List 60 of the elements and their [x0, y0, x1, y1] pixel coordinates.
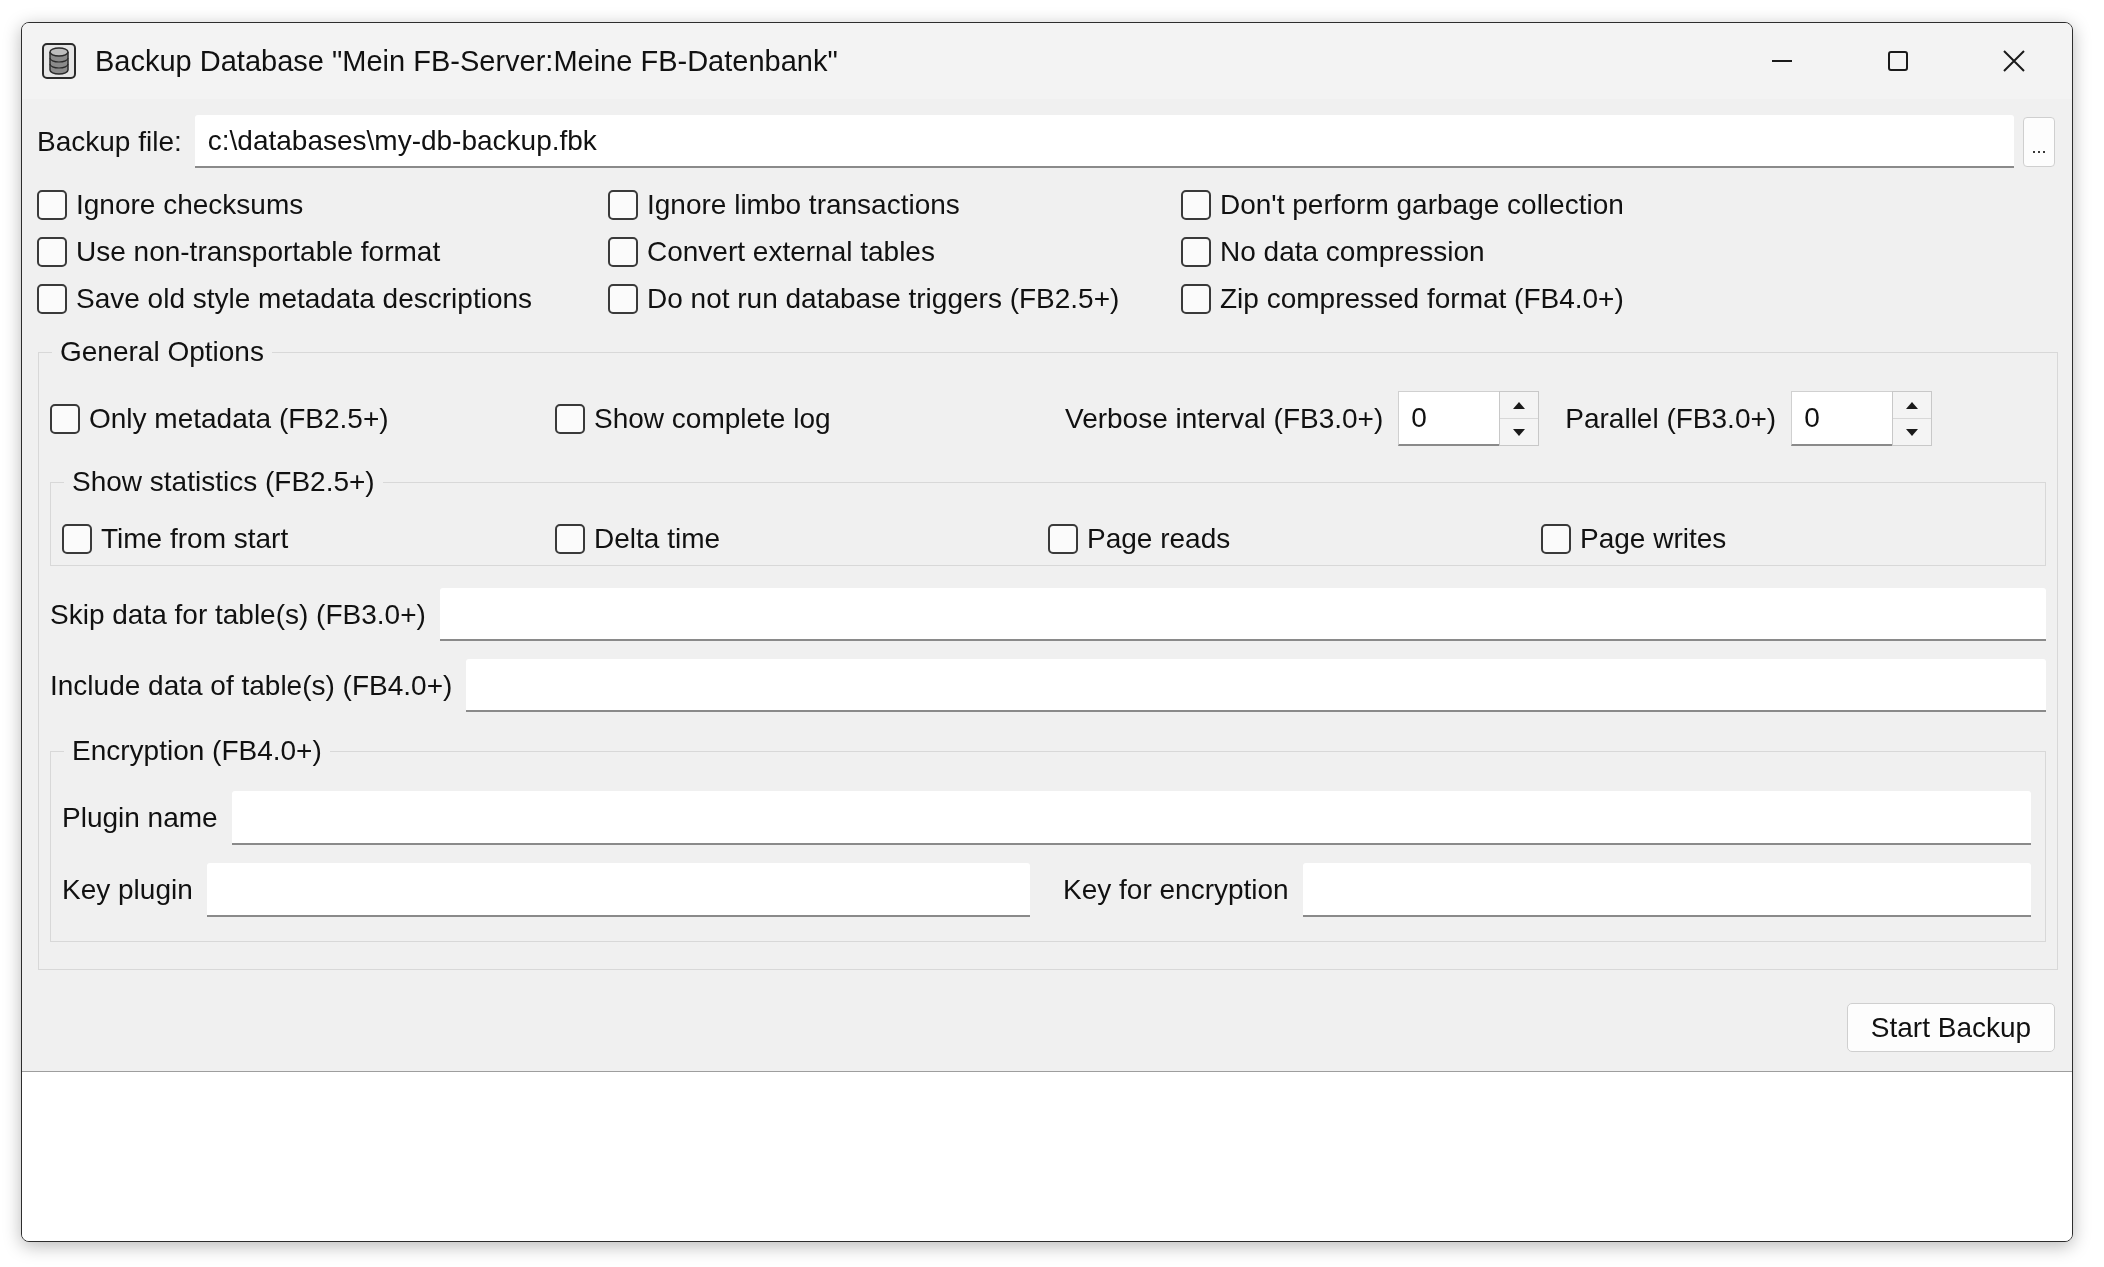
checkbox[interactable] [37, 189, 67, 220]
number-field[interactable]: 0 [1398, 391, 1500, 446]
database-icon [42, 43, 76, 79]
checkbox[interactable] [1181, 283, 1211, 314]
checkbox-label: Page reads [1087, 523, 1231, 555]
number-field[interactable]: 0 [1791, 391, 1893, 446]
group-title: Encryption (FB4.0+) [71, 736, 323, 766]
text-field[interactable] [466, 659, 2046, 712]
checkbox-label: Only metadata (FB2.5+) [89, 402, 389, 435]
field-label: Key for encryption [1063, 874, 1289, 906]
field-label: Key plugin [62, 874, 193, 906]
checkbox[interactable] [608, 236, 638, 267]
backup-file-field[interactable]: c:\databases\my-db-backup.fbk [194, 115, 2014, 168]
checkbox-label: Time from start [101, 523, 289, 555]
group-title: General Options [59, 337, 265, 367]
checkbox-label: Ignore checksums [76, 188, 304, 221]
start-backup-button[interactable]: Start Backup [1847, 1003, 2055, 1052]
checkbox-label: Use non-transportable format [76, 235, 441, 268]
checkbox[interactable] [555, 524, 585, 554]
field-label: Include data of table(s) (FB4.0+) [50, 669, 453, 702]
checkbox-label: Save old style metadata descriptions [76, 282, 533, 315]
text-field[interactable] [206, 863, 1030, 917]
checkbox[interactable] [37, 283, 67, 314]
checkbox-label: Don't perform garbage collection [1220, 188, 1624, 221]
down-arrow-icon [1513, 428, 1526, 436]
checkbox[interactable] [1181, 236, 1211, 267]
checkbox[interactable] [608, 283, 638, 314]
group-title: Show statistics (FB2.5+) [71, 467, 376, 497]
minimize-icon [1772, 60, 1792, 62]
checkbox-label: Zip compressed format (FB4.0+) [1220, 282, 1624, 315]
checkbox-label: Show complete log [594, 402, 831, 435]
browse-button[interactable]: ... [2023, 116, 2055, 167]
field-label: Plugin name [62, 802, 218, 834]
text-field[interactable] [231, 791, 2031, 845]
up-arrow-icon [1906, 401, 1919, 409]
spinner-label: Parallel (FB3.0+) [1565, 402, 1777, 435]
checkbox-label: Ignore limbo transactions [647, 188, 960, 221]
checkbox-label: Page writes [1580, 523, 1727, 555]
checkbox-label: Delta time [594, 523, 721, 555]
field-label: Skip data for table(s) (FB3.0+) [50, 598, 426, 631]
window-title: Backup Database "Mein FB-Server:Meine FB-Datenbank" [95, 44, 838, 78]
checkbox-label: Convert external tables [647, 235, 935, 268]
checkbox[interactable] [1181, 189, 1211, 220]
checkbox[interactable] [555, 403, 585, 434]
checkbox[interactable] [1541, 524, 1571, 554]
checkbox[interactable] [62, 524, 92, 554]
maximize-icon [1888, 51, 1908, 71]
close-icon [2003, 50, 2025, 72]
spinner-label: Verbose interval (FB3.0+) [1065, 402, 1384, 435]
checkbox[interactable] [37, 236, 67, 267]
checkbox-label: Do not run database triggers (FB2.5+) [647, 282, 1120, 315]
checkbox[interactable] [50, 403, 80, 434]
text-field[interactable] [1302, 863, 2031, 917]
up-arrow-icon [1513, 401, 1526, 409]
text-field[interactable] [439, 588, 2046, 641]
down-arrow-icon [1906, 428, 1919, 436]
checkbox-label: No data compression [1220, 235, 1485, 268]
checkbox[interactable] [1048, 524, 1078, 554]
field-label: Backup file: [37, 125, 182, 158]
checkbox[interactable] [608, 189, 638, 220]
